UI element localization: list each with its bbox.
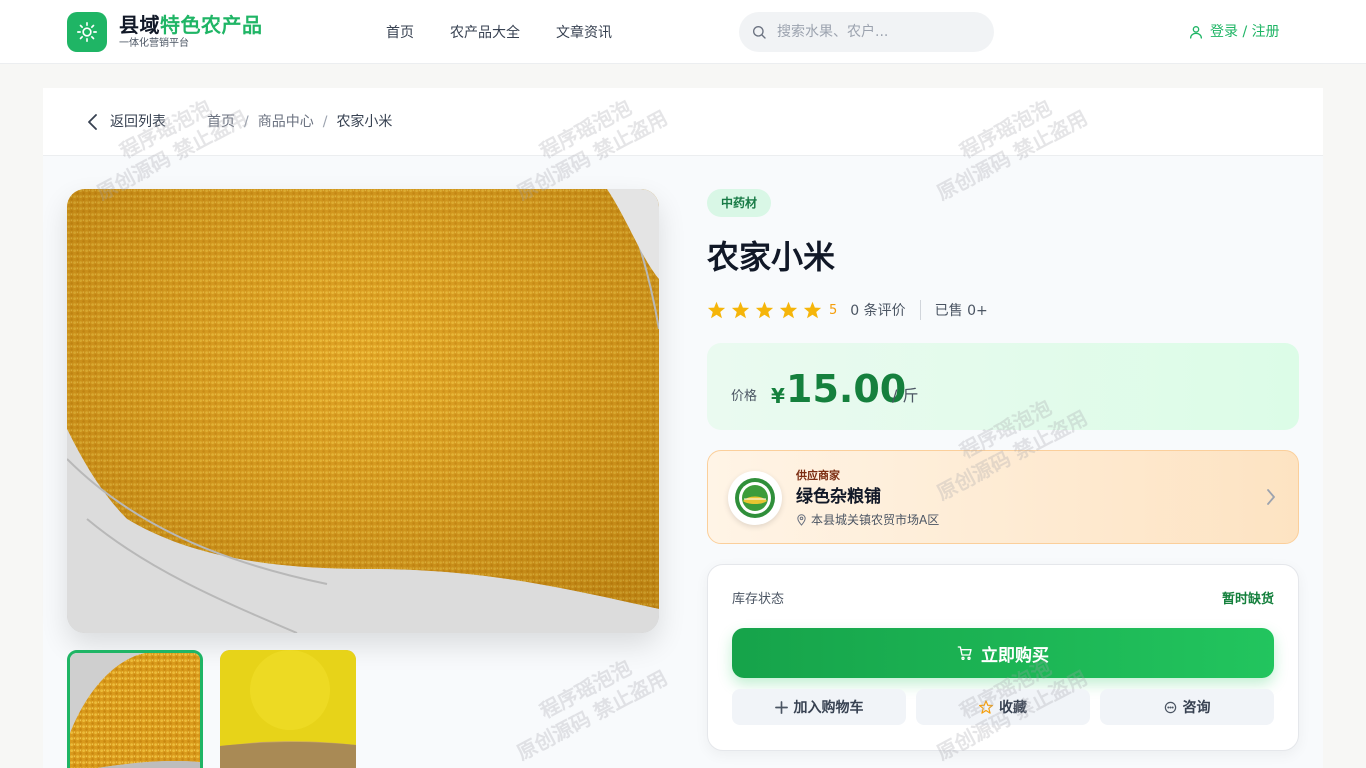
nav-articles[interactable]: 文章资讯 (556, 24, 612, 42)
add-to-cart-label: 加入购物车 (793, 700, 864, 716)
star-icon (779, 301, 798, 319)
plus-icon (774, 700, 788, 714)
price-unit: / 斤 (892, 386, 919, 405)
thumbnail-2[interactable] (220, 650, 356, 768)
breadcrumb-separator: / (244, 114, 249, 130)
location-pin-icon (797, 514, 806, 526)
merchant-role-label: 供应商家 (796, 469, 840, 482)
price-value: 15.00 (786, 367, 907, 411)
search-icon (753, 26, 766, 39)
breadcrumb-current: 农家小米 (336, 114, 393, 130)
favorite-label: 收藏 (999, 700, 1027, 716)
merchant-address: 本县城关镇农贸市场A区 (796, 512, 939, 528)
divider (919, 300, 921, 320)
review-count[interactable]: 0 条评价 (850, 300, 905, 320)
search-box (739, 12, 994, 52)
back-label: 返回列表 (110, 114, 166, 130)
merchant-card[interactable]: 供应商家 绿色杂粮铺 本县城关镇农贸市场A区 (707, 450, 1299, 544)
consult-label: 咨询 (1182, 700, 1211, 716)
chevron-right-icon (1267, 489, 1275, 505)
chevron-left-icon (88, 114, 97, 130)
brand-title-part1: 县域 (119, 13, 160, 37)
thumbnail-image-1 (70, 653, 200, 768)
breadcrumb-bar: 返回列表 首页 / 商品中心 / 农家小米 (43, 88, 1323, 156)
add-to-cart-button[interactable]: 加入购物车 (732, 689, 906, 725)
buy-now-label: 立即购买 (981, 645, 1049, 666)
login-register-link[interactable]: 登录 / 注册 (1188, 22, 1280, 42)
breadcrumb: 首页 / 商品中心 / 农家小米 (207, 112, 392, 132)
buy-now-button[interactable]: 立即购买 (732, 628, 1274, 678)
star-outline-icon (979, 700, 993, 714)
brand-title-part2: 特色农产品 (160, 13, 263, 37)
merchant-address-text: 本县城关镇农贸市场A区 (811, 513, 940, 527)
stock-status: 暂时缺货 (1221, 592, 1274, 607)
price-box: 价格 ¥ 15.00 / 斤 (707, 343, 1299, 430)
chat-bubble-icon (1164, 701, 1176, 713)
merchant-logo (728, 471, 782, 525)
merchant-seal-icon (735, 478, 775, 518)
breadcrumb-product-center[interactable]: 商品中心 (258, 114, 314, 130)
purchase-card: 库存状态 暂时缺货 立即购买 加入购物车 收藏 咨询 (707, 564, 1299, 751)
thumbnail-image-2 (220, 650, 356, 768)
user-icon (1190, 26, 1202, 39)
thumbnail-1[interactable] (67, 650, 203, 768)
star-icon (731, 301, 750, 319)
nav-home[interactable]: 首页 (386, 24, 414, 42)
product-main-image (67, 189, 659, 633)
star-icon (707, 301, 726, 319)
login-label: 登录 / 注册 (1210, 24, 1280, 40)
product-detail-panel: 返回列表 首页 / 商品中心 / 农家小米 中药材 农家小米 5 0 条评价 已… (43, 88, 1323, 768)
rating-stars (707, 301, 822, 319)
star-icon (803, 301, 822, 319)
brand[interactable]: 县域特色农产品 一体化营销平台 (119, 13, 263, 50)
breadcrumb-home[interactable]: 首页 (207, 114, 235, 130)
star-icon (755, 301, 774, 319)
merchant-name: 绿色杂粮铺 (796, 487, 881, 507)
millet-image (67, 189, 659, 633)
brand-title: 县域特色农产品 (119, 13, 263, 37)
back-to-list-button[interactable]: 返回列表 (86, 112, 166, 132)
favorite-button[interactable]: 收藏 (916, 689, 1090, 725)
top-navbar: 县域特色农产品 一体化营销平台 首页 农产品大全 文章资讯 登录 / 注册 (0, 0, 1366, 64)
stock-label: 库存状态 (732, 592, 785, 607)
product-title: 农家小米 (707, 238, 836, 276)
sold-count: 已售 0+ (934, 303, 988, 319)
cart-icon (957, 646, 972, 660)
nav-products[interactable]: 农产品大全 (450, 24, 520, 42)
sun-icon (77, 22, 97, 42)
rating-value: 5 (829, 302, 838, 318)
search-input[interactable] (777, 22, 977, 42)
price-label: 价格 (731, 389, 758, 404)
currency-symbol: ¥ (771, 384, 785, 408)
rating-row: 5 0 条评价 已售 0+ (707, 298, 988, 322)
logo[interactable] (67, 12, 107, 52)
consult-button[interactable]: 咨询 (1100, 689, 1274, 725)
category-tag: 中药材 (707, 189, 772, 217)
breadcrumb-separator: / (322, 114, 328, 130)
brand-subtitle: 一体化营销平台 (119, 38, 189, 49)
